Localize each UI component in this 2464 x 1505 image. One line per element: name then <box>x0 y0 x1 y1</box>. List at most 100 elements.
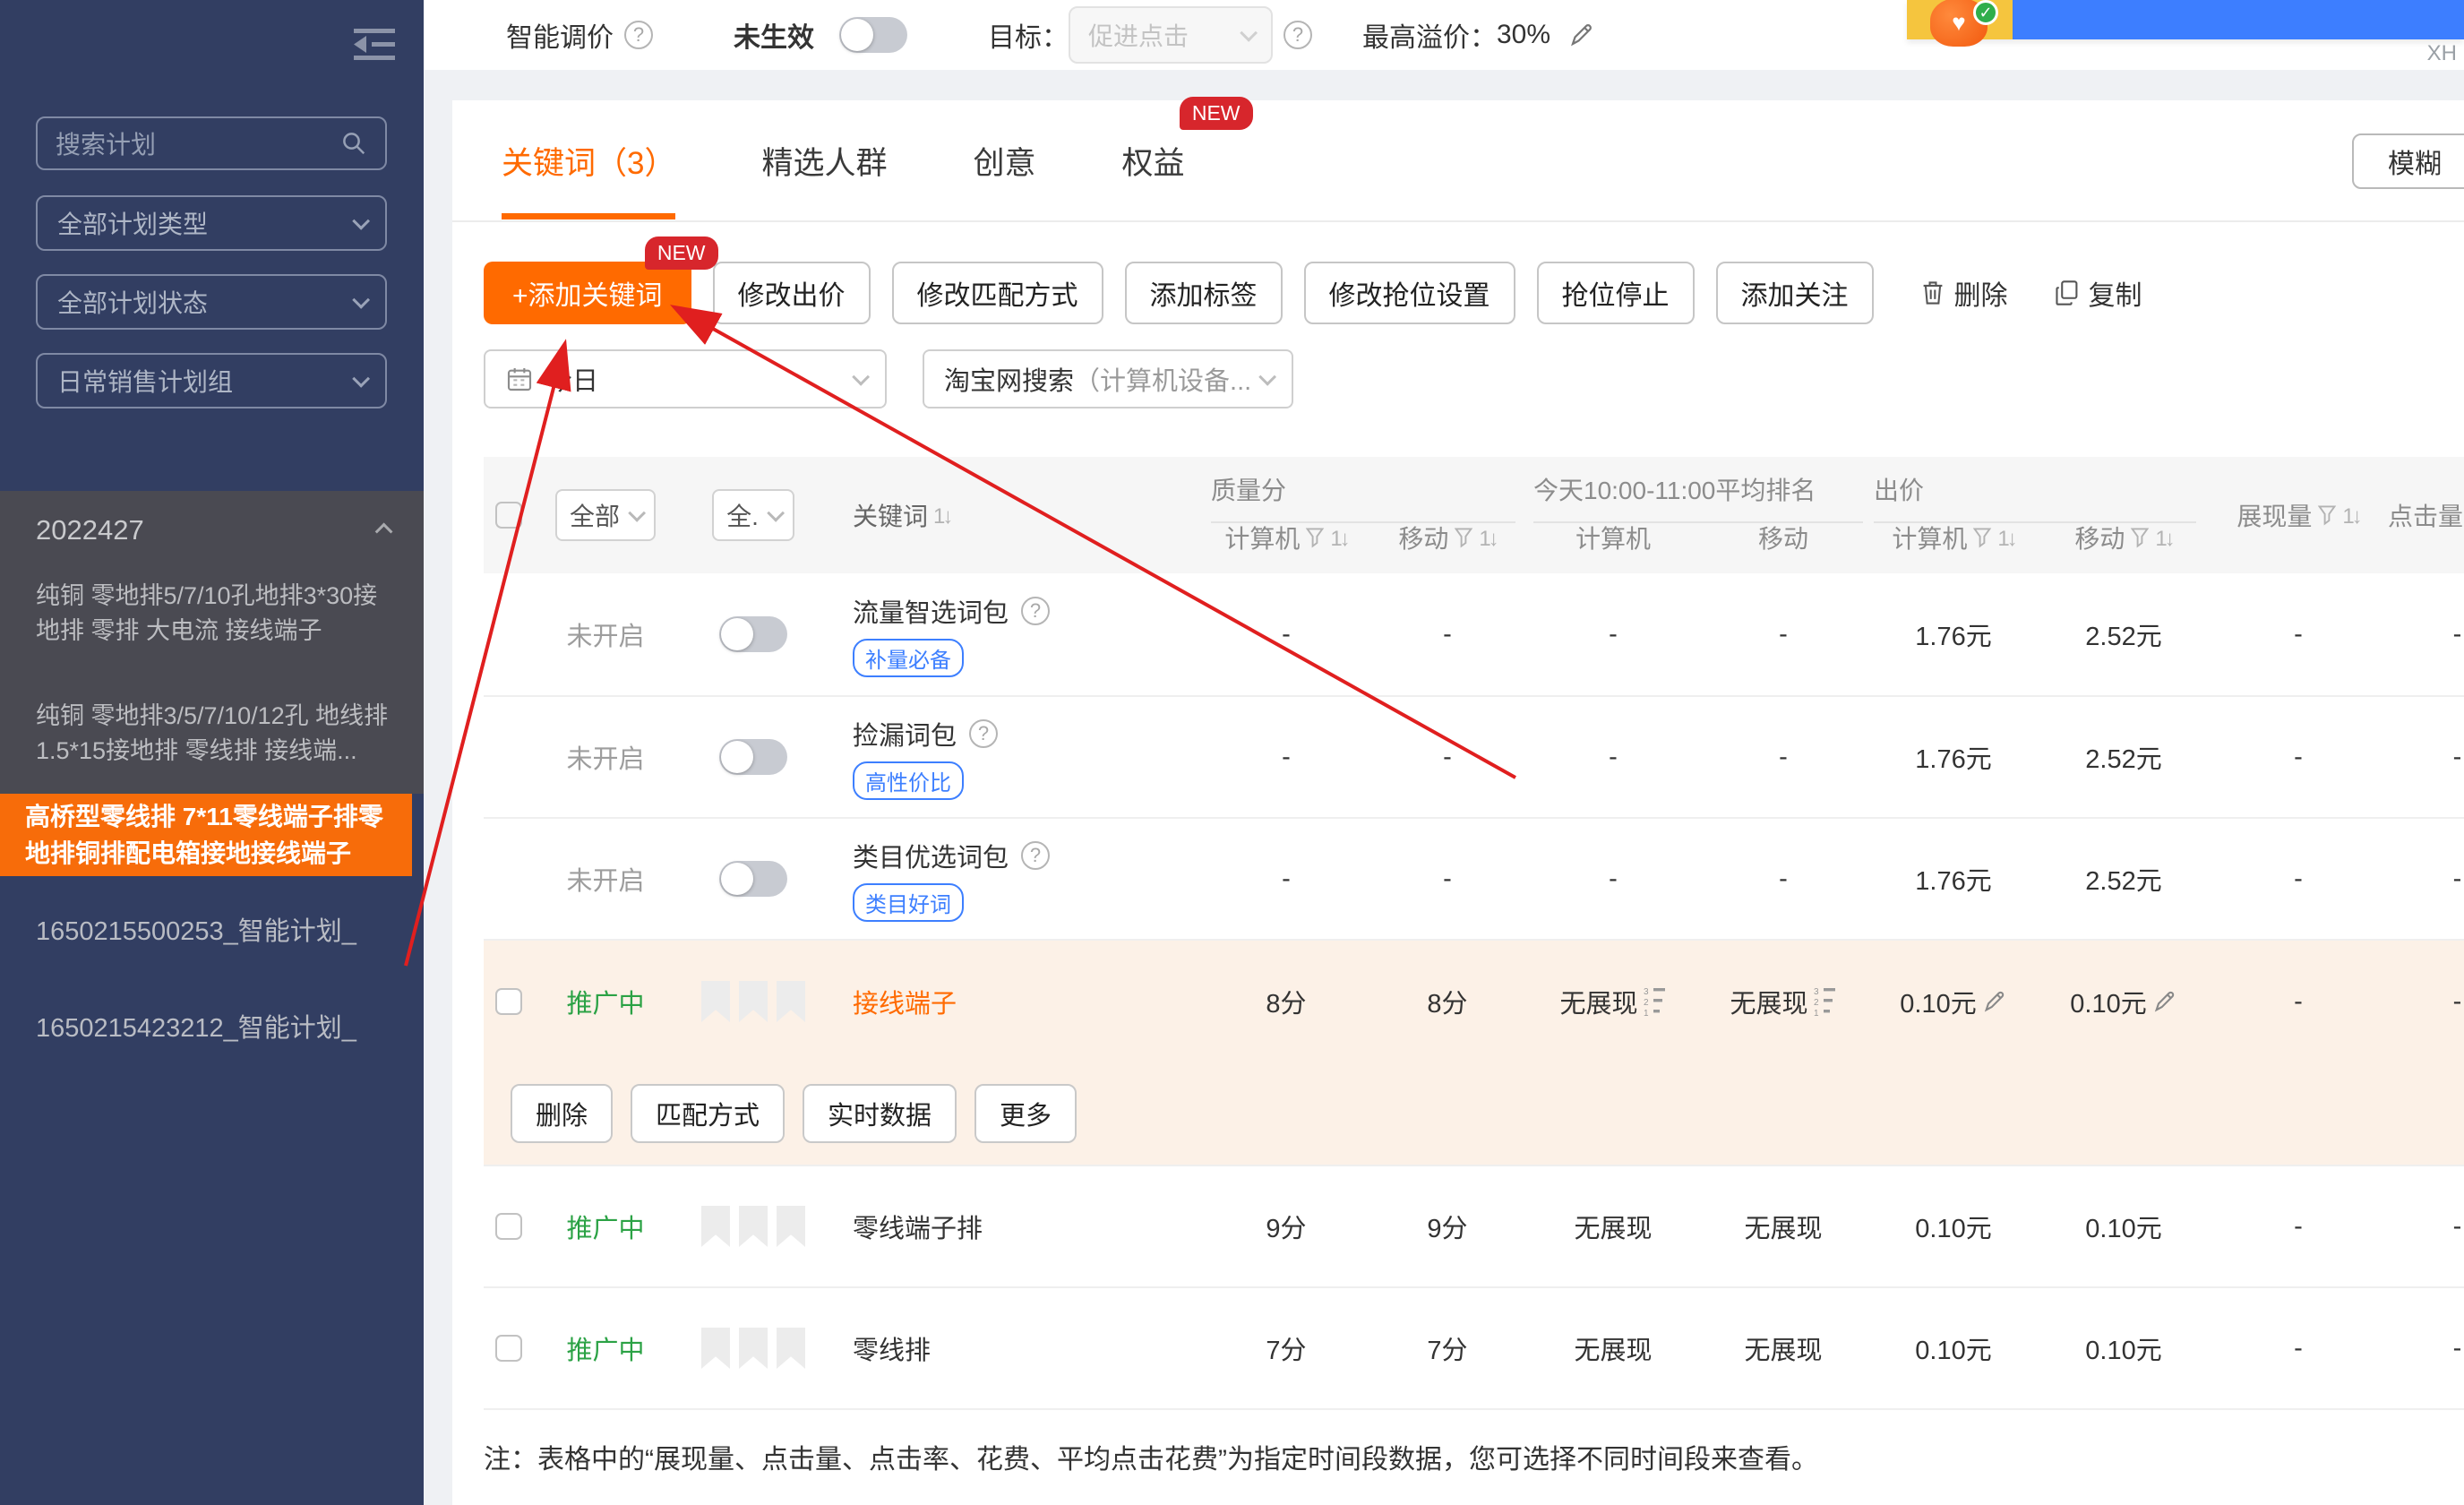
table-row-keyword[interactable]: 推广中 接线端子 8分 8分 无展现321 无展现321 0.10元 0.10元… <box>484 941 2464 1062</box>
channel-select[interactable]: 淘宝网搜索（计算机设备... <box>923 349 1293 408</box>
table-row-word-pack[interactable]: 未开启 流量智选词包 补量必备 - - - - 1.76元 2.52元 - - <box>484 573 2464 695</box>
filter-funnel-icon[interactable] <box>1305 527 1325 548</box>
target-select[interactable]: 促进点击 <box>1069 6 1273 64</box>
filter-funnel-icon[interactable] <box>2317 504 2337 526</box>
sidebar-smart-plan-item[interactable]: 1650215423212_智能计划_ <box>36 1007 356 1045</box>
table-row-keyword[interactable]: 推广中 零线端子排 9分 9分 无展现 无展现 0.10元 0.10元 - - <box>484 1165 2464 1286</box>
cell-rank-pc: 无展现321 <box>1528 983 1698 1020</box>
modify-bid-button[interactable]: 修改出价 <box>713 262 871 324</box>
word-pack-toggle[interactable] <box>719 616 787 652</box>
bookmark-flags-icon[interactable] <box>701 981 805 1022</box>
channel-value-sub: （计算机设备... <box>1074 360 1251 398</box>
keyword-name[interactable]: 零线端子排 <box>853 1208 983 1245</box>
modify-rank-grab-button[interactable]: 修改抢位设置 <box>1304 262 1515 324</box>
tab-creative[interactable]: 创意 <box>973 138 1035 219</box>
add-tag-button[interactable]: 添加标签 <box>1125 262 1283 324</box>
keyword-name[interactable]: 接线端子 <box>853 983 957 1020</box>
sort-icon[interactable] <box>2337 501 2359 529</box>
tab-benefits[interactable]: 权益 NEW <box>1122 138 1185 219</box>
tab-audience[interactable]: 精选人群 <box>761 138 887 219</box>
bookmark-flags-icon[interactable] <box>701 1328 805 1369</box>
column-header-impressions[interactable]: 展现量 <box>2209 497 2388 533</box>
column-header-qs-mobile[interactable]: 移动 <box>1367 520 1528 573</box>
sort-icon[interactable] <box>1473 523 1496 552</box>
select-all-checkbox[interactable] <box>495 502 522 529</box>
edit-pencil-icon[interactable] <box>1982 989 2007 1014</box>
edit-pencil-icon[interactable] <box>1568 22 1595 48</box>
sidebar-smart-plan-item[interactable]: 1650215500253_智能计划_ <box>36 910 356 948</box>
search-plan-input[interactable]: 搜索计划 <box>36 116 387 170</box>
table-row-word-pack[interactable]: 未开启 捡漏词包 高性价比 - - - - 1.76元 2.52元 - - <box>484 695 2464 817</box>
stop-rank-grab-button[interactable]: 抢位停止 <box>1537 262 1695 324</box>
plan-status-select[interactable]: 全部计划状态 <box>36 274 387 330</box>
rank-list-icon[interactable]: 321 <box>1644 985 1667 1018</box>
date-range-select[interactable]: 今日 <box>484 349 887 408</box>
plan-type-select[interactable]: 全部计划类型 <box>36 195 387 251</box>
table-row-keyword[interactable]: 推广中 零线排 7分 7分 无展现 无展现 0.10元 0.10元 - - <box>484 1286 2464 1408</box>
edit-pencil-icon[interactable] <box>2152 989 2177 1014</box>
match-filter-select[interactable]: 全. <box>712 489 794 541</box>
filter-funnel-icon[interactable] <box>1454 527 1473 548</box>
search-plan-placeholder: 搜索计划 <box>56 125 340 161</box>
help-icon[interactable] <box>624 21 653 49</box>
table-row-word-pack[interactable]: 未开启 类目优选词包 类目好词 - - - - 1.76元 2.52元 - - <box>484 817 2464 939</box>
word-pack-toggle[interactable] <box>719 739 787 775</box>
plan-group-header[interactable]: 2022427 <box>36 514 391 546</box>
sidebar-plan-item[interactable]: 纯铜 零地排3/5/7/10/12孔 地线排1.5*15接地排 零线排 接线端.… <box>36 699 400 769</box>
bookmark-flags-icon[interactable] <box>701 1206 805 1247</box>
column-header-clicks[interactable]: 点击量 <box>2388 497 2464 533</box>
row-match-type-button[interactable]: 匹配方式 <box>631 1084 785 1143</box>
help-icon[interactable] <box>1284 21 1312 49</box>
column-header-qs-pc[interactable]: 计算机 <box>1206 520 1367 573</box>
copy-link[interactable]: 复制 <box>2055 273 2142 313</box>
cell-impressions: - <box>2209 987 2388 1017</box>
filter-funnel-icon[interactable] <box>2130 527 2150 548</box>
column-header-bid-pc[interactable]: 计算机 <box>1868 520 2039 573</box>
column-header-bid-mobile[interactable]: 移动 <box>2039 520 2209 573</box>
cell-bid-pc: 0.10元 <box>1868 1208 2039 1245</box>
sort-icon[interactable] <box>1325 523 1347 552</box>
cell-qs-mobile: 8分 <box>1367 983 1528 1020</box>
row-checkbox[interactable] <box>495 1213 522 1240</box>
chevron-down-icon <box>352 370 370 388</box>
row-realtime-data-button[interactable]: 实时数据 <box>803 1084 957 1143</box>
chevron-down-icon <box>352 291 370 309</box>
smart-pricing-label: 智能调价 <box>506 15 614 55</box>
row-more-button[interactable]: 更多 <box>974 1084 1077 1143</box>
cell-qs-mobile: 7分 <box>1367 1329 1528 1367</box>
word-pack-name[interactable]: 捡漏词包 <box>853 715 957 752</box>
add-keyword-button[interactable]: +添加关键词 NEW <box>484 262 691 324</box>
filter-funnel-icon[interactable] <box>1972 527 1992 548</box>
row-checkbox[interactable] <box>495 1335 522 1362</box>
plan-group-select[interactable]: 日常销售计划组 <box>36 353 387 408</box>
sidebar-collapse-icon[interactable] <box>354 27 395 63</box>
table-footnote: 注：表格中的“展现量、点击量、点击率、花费、平均点击花费”为指定时间段数据，您可… <box>484 1437 1818 1476</box>
sidebar-plan-item-selected[interactable]: 高桥型零线排 7*11零线端子排零地排铜排配电箱接地接线端子 <box>0 794 412 876</box>
sort-icon[interactable] <box>928 501 950 529</box>
row-delete-button[interactable]: 删除 <box>511 1084 613 1143</box>
cell-qs-mobile: - <box>1367 620 1528 649</box>
help-icon[interactable] <box>969 719 998 748</box>
tab-keywords[interactable]: 关键词（3） <box>502 138 675 219</box>
modify-match-button[interactable]: 修改匹配方式 <box>892 262 1103 324</box>
sort-icon[interactable] <box>1992 523 2014 552</box>
promo-banner[interactable]: ♥ <box>1907 0 2464 39</box>
target-label: 目标： <box>988 15 1069 55</box>
add-watch-button[interactable]: 添加关注 <box>1716 262 1874 324</box>
fuzzy-button[interactable]: 模糊 <box>2352 133 2464 189</box>
keyword-name[interactable]: 零线排 <box>853 1329 931 1367</box>
cell-clicks: - <box>2388 1212 2464 1242</box>
help-icon[interactable] <box>1021 597 1050 625</box>
word-pack-toggle[interactable] <box>719 861 787 897</box>
word-pack-name[interactable]: 类目优选词包 <box>853 837 1009 874</box>
row-checkbox[interactable] <box>495 988 522 1015</box>
rank-list-icon[interactable]: 321 <box>1814 985 1837 1018</box>
word-pack-name[interactable]: 流量智选词包 <box>853 592 1009 630</box>
help-icon[interactable] <box>1021 841 1050 870</box>
delete-link[interactable]: 删除 <box>1920 273 2008 313</box>
sort-icon[interactable] <box>2150 523 2172 552</box>
smart-pricing-toggle[interactable] <box>839 17 907 53</box>
status-filter-select[interactable]: 全部 <box>555 489 656 541</box>
sidebar-plan-item[interactable]: 纯铜 零地排5/7/10孔地排3*30接地排 零排 大电流 接线端子 <box>36 579 400 649</box>
column-header-keyword[interactable]: 关键词 <box>829 497 1206 533</box>
